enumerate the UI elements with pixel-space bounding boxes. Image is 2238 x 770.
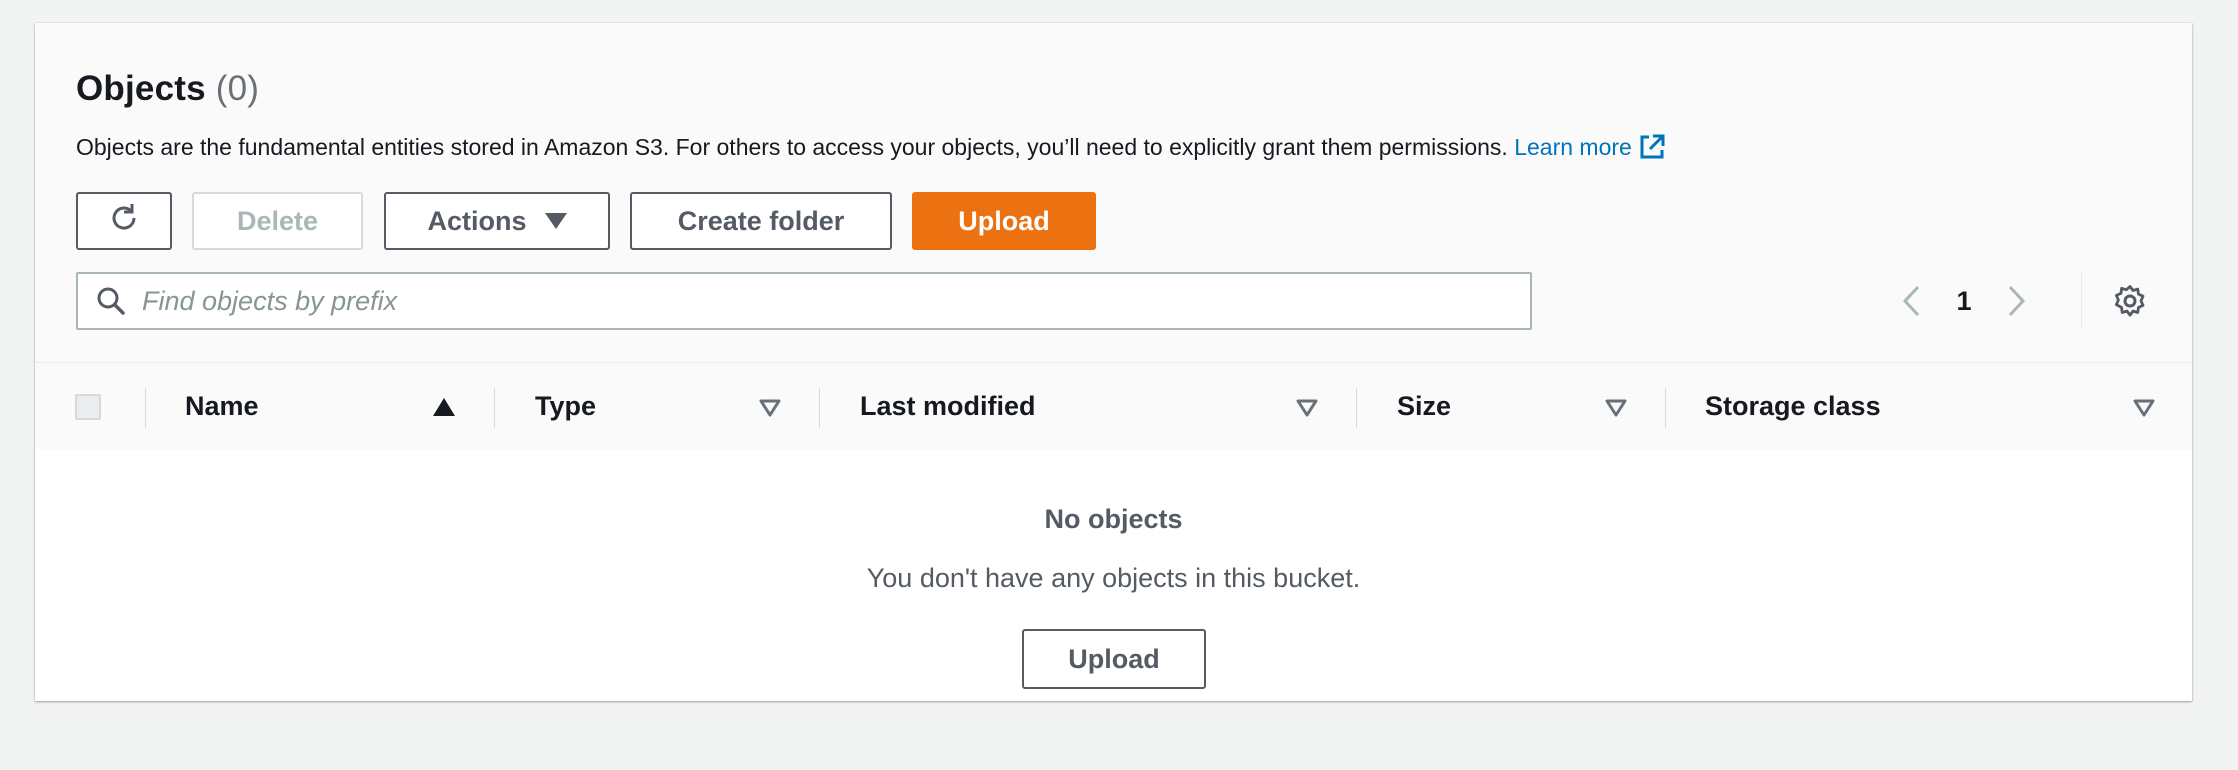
search-icon [96, 286, 126, 316]
create-folder-label: Create folder [677, 205, 845, 236]
refresh-button[interactable] [76, 192, 172, 250]
column-separator [1356, 388, 1357, 428]
section-header: Objects (0) [76, 69, 259, 109]
empty-state-title: No objects [1044, 504, 1183, 534]
sort-descending-icon[interactable] [1605, 399, 1627, 422]
column-separator [145, 388, 146, 428]
delete-button[interactable]: Delete [192, 192, 363, 250]
empty-state-description: You don't have any objects in this bucke… [866, 563, 1361, 593]
column-header-name[interactable]: Name [185, 363, 259, 449]
search-field[interactable] [76, 272, 1532, 330]
column-header-type[interactable]: Type [535, 363, 596, 449]
column-separator [1665, 388, 1666, 428]
column-header-last-modified[interactable]: Last modified [860, 363, 1036, 449]
pagination-divider [2081, 272, 2082, 330]
section-title: Objects (0) [76, 69, 259, 108]
sort-ascending-icon[interactable] [433, 398, 455, 421]
select-all-checkbox[interactable] [75, 394, 101, 420]
upload-button[interactable]: Upload [912, 192, 1096, 250]
upload-label: Upload [958, 205, 1050, 236]
caret-down-icon [544, 213, 567, 229]
search-input[interactable] [140, 284, 1504, 318]
object-count: (0) [215, 69, 260, 108]
table-body: No objects You don't have any objects in… [35, 449, 2192, 701]
actions-dropdown[interactable]: Actions [384, 192, 610, 250]
chevron-right-icon[interactable] [2004, 284, 2028, 318]
learn-more-label: Learn more [1514, 134, 1632, 160]
section-description: Objects are the fundamental entities sto… [76, 133, 1666, 167]
sort-descending-icon[interactable] [759, 399, 781, 422]
table-header: Name Type Last modified Size Storage cla… [35, 362, 2192, 450]
create-folder-button[interactable]: Create folder [630, 192, 892, 250]
sort-descending-icon[interactable] [1296, 399, 1318, 422]
learn-more-link[interactable]: Learn more [1514, 134, 1666, 160]
column-header-size[interactable]: Size [1397, 363, 1451, 449]
delete-label: Delete [236, 205, 319, 236]
objects-panel: Objects (0) Objects are the fundamental … [35, 23, 2192, 701]
column-type-label: Type [535, 390, 597, 421]
column-name-label: Name [185, 390, 259, 421]
actions-label: Actions [427, 205, 527, 236]
sort-descending-icon[interactable] [2133, 399, 2155, 422]
gear-icon [2113, 285, 2147, 322]
preferences-button[interactable] [2113, 284, 2147, 323]
description-text: Objects are the fundamental entities sto… [76, 134, 1508, 160]
pagination: 1 [1900, 278, 2028, 324]
external-link-icon [1638, 133, 1666, 167]
chevron-left-icon[interactable] [1900, 284, 1924, 318]
empty-state-upload-button[interactable]: Upload [1022, 629, 1206, 689]
title-text: Objects [76, 69, 206, 108]
current-page[interactable]: 1 [1924, 286, 2004, 317]
column-size-label: Size [1397, 390, 1452, 421]
refresh-icon [107, 201, 141, 242]
column-separator [494, 388, 495, 428]
column-separator [819, 388, 820, 428]
column-header-storage-class[interactable]: Storage class [1705, 363, 1881, 449]
column-last-modified-label: Last modified [860, 390, 1036, 421]
column-storage-class-label: Storage class [1705, 390, 1881, 421]
empty-upload-label: Upload [1068, 643, 1160, 674]
